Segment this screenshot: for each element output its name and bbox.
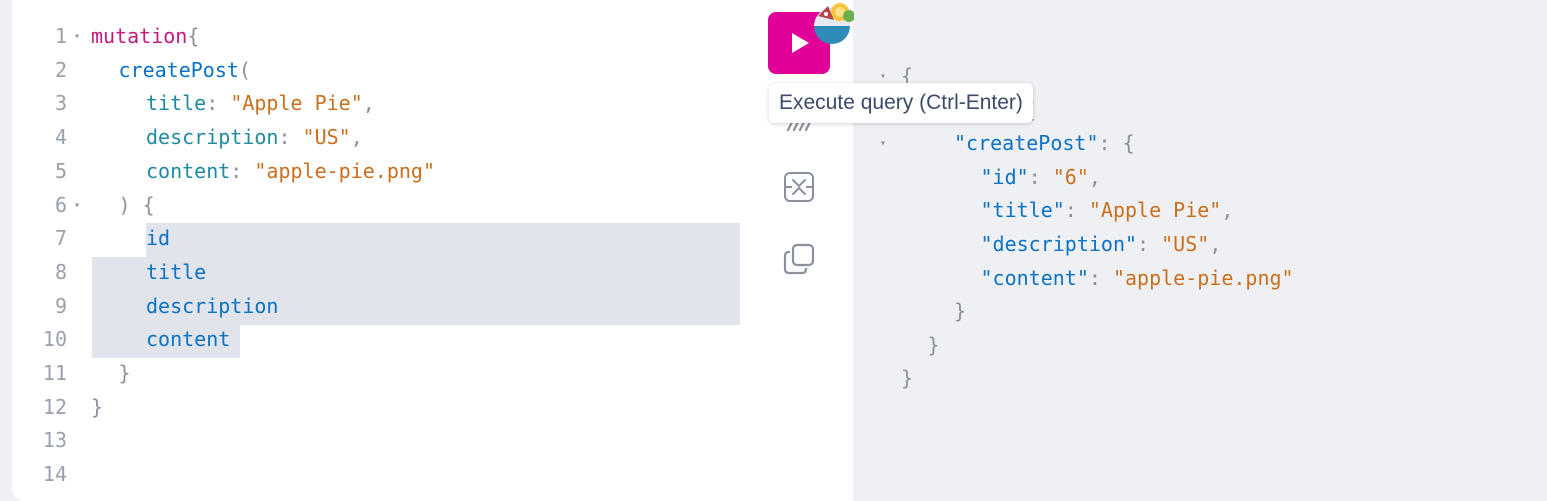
code-token: :	[278, 125, 303, 150]
result-token: "US"	[1161, 232, 1210, 256]
code-token: description	[146, 125, 279, 150]
result-token: "description"	[980, 232, 1138, 256]
code-token: }	[91, 394, 104, 419]
line-number: 7	[54, 226, 67, 251]
code-token: "Apple Pie"	[230, 91, 363, 116]
code-token: :	[206, 91, 231, 116]
code-token: title	[146, 91, 207, 116]
code-text: content	[146, 323, 230, 356]
editor-line[interactable]: 8 title	[12, 256, 812, 289]
code-text: ) {	[119, 189, 155, 222]
result-token: }	[927, 332, 940, 357]
result-token: "content"	[980, 265, 1089, 290]
result-token: :	[1088, 265, 1113, 290]
result-token: }	[954, 299, 967, 324]
result-token: }	[901, 366, 914, 391]
fold-arrow-icon[interactable]: ▾	[74, 189, 80, 222]
result-token: :	[1064, 198, 1089, 223]
editor-line[interactable]: 5 content: "apple-pie.png"	[12, 155, 812, 188]
editor-line[interactable]: 9 description	[12, 290, 812, 323]
line-number: 10	[42, 327, 67, 352]
copy-icon[interactable]	[782, 242, 816, 276]
editor-line[interactable]: 7 id	[12, 222, 812, 255]
result-line: "content": "apple-pie.png"	[981, 262, 1294, 295]
code-token: id	[146, 226, 171, 251]
result-token: "id"	[980, 164, 1029, 189]
code-token: ) {	[118, 192, 155, 217]
result-line: }	[928, 329, 940, 362]
result-token: "apple-pie.png"	[1112, 265, 1294, 290]
code-token: "apple-pie.png"	[254, 158, 436, 183]
result-token: : {	[1098, 131, 1135, 156]
line-number: 4	[54, 125, 67, 150]
code-token: "US"	[302, 125, 351, 150]
code-text: content: "apple-pie.png"	[146, 155, 435, 188]
code-text: description: "US",	[146, 121, 363, 154]
code-token: ,	[350, 125, 363, 150]
code-token: ,	[362, 91, 375, 116]
editor-line[interactable]: 1 ▾ mutation{	[12, 20, 812, 53]
code-token: title	[146, 259, 207, 284]
line-number: 11	[42, 361, 67, 385]
line-number: 3	[54, 91, 67, 116]
line-number: 13	[42, 428, 67, 453]
editor-line[interactable]: 10 content	[12, 323, 812, 356]
result-token: ,	[1209, 232, 1222, 256]
code-token: createPost	[118, 57, 239, 82]
result-token: ,	[1088, 164, 1101, 189]
code-token: content	[146, 158, 231, 183]
editor-line[interactable]: 4 description: "US",	[12, 121, 812, 154]
code-token: (	[238, 57, 251, 82]
line-number: 14	[42, 462, 67, 487]
editor-line[interactable]: 6 ▾ ) {	[12, 189, 812, 222]
code-text: description	[146, 290, 278, 323]
fold-arrow-icon[interactable]: ▾	[880, 127, 886, 160]
editor-line[interactable]: 3 title: "Apple Pie",	[12, 87, 812, 120]
code-text: }	[119, 357, 131, 390]
result-token: "createPost"	[954, 131, 1099, 156]
editor-line[interactable]: 2 createPost(	[12, 54, 812, 87]
code-text: mutation{	[91, 20, 199, 53]
fold-arrow-icon[interactable]: ▾	[74, 20, 80, 53]
code-text: }	[91, 391, 103, 424]
editor-line[interactable]: 12}	[12, 391, 812, 424]
code-text: title	[146, 256, 206, 289]
result-line: }	[954, 295, 966, 328]
code-token: content	[146, 327, 231, 352]
editor-line[interactable]: 14	[12, 458, 812, 491]
result-line: }	[901, 362, 913, 395]
result-token: "title"	[980, 198, 1065, 223]
line-number: 8	[54, 259, 67, 284]
execute-query-tooltip: Execute query (Ctrl-Enter)	[769, 83, 1033, 123]
line-number: 1	[54, 24, 67, 48]
code-token: :	[230, 158, 255, 183]
result-token: "6"	[1052, 164, 1089, 189]
result-token: :	[1137, 232, 1162, 256]
line-number: 9	[54, 293, 67, 318]
editor-line[interactable]: 13	[12, 424, 812, 457]
line-number: 6	[54, 192, 67, 217]
result-line: "description": "US",	[981, 228, 1222, 261]
code-token: mutation	[91, 24, 188, 48]
graphiql-mascot-icon	[814, 3, 854, 44]
result-token: :	[1028, 164, 1053, 189]
line-number: 5	[54, 158, 67, 183]
line-number: 2	[54, 57, 67, 82]
result-line: "title": "Apple Pie",	[981, 194, 1234, 227]
code-text: createPost(	[119, 54, 251, 87]
merge-fragments-icon[interactable]	[782, 170, 816, 204]
code-token: }	[118, 361, 131, 385]
code-text: id	[146, 222, 170, 255]
editor-line[interactable]: 11}	[12, 357, 812, 390]
result-token: "Apple Pie"	[1088, 198, 1222, 223]
code-text: title: "Apple Pie",	[146, 87, 375, 120]
result-line: "id": "6",	[981, 161, 1101, 194]
query-editor[interactable]: 1 ▾ mutation{2 createPost(3 title: "Apple Pi…	[12, 0, 853, 501]
line-number: 12	[42, 394, 67, 419]
result-line: "createPost": {	[954, 127, 1135, 160]
result-token: ,	[1221, 198, 1234, 223]
code-token: description	[146, 293, 279, 318]
code-token: {	[187, 24, 200, 48]
